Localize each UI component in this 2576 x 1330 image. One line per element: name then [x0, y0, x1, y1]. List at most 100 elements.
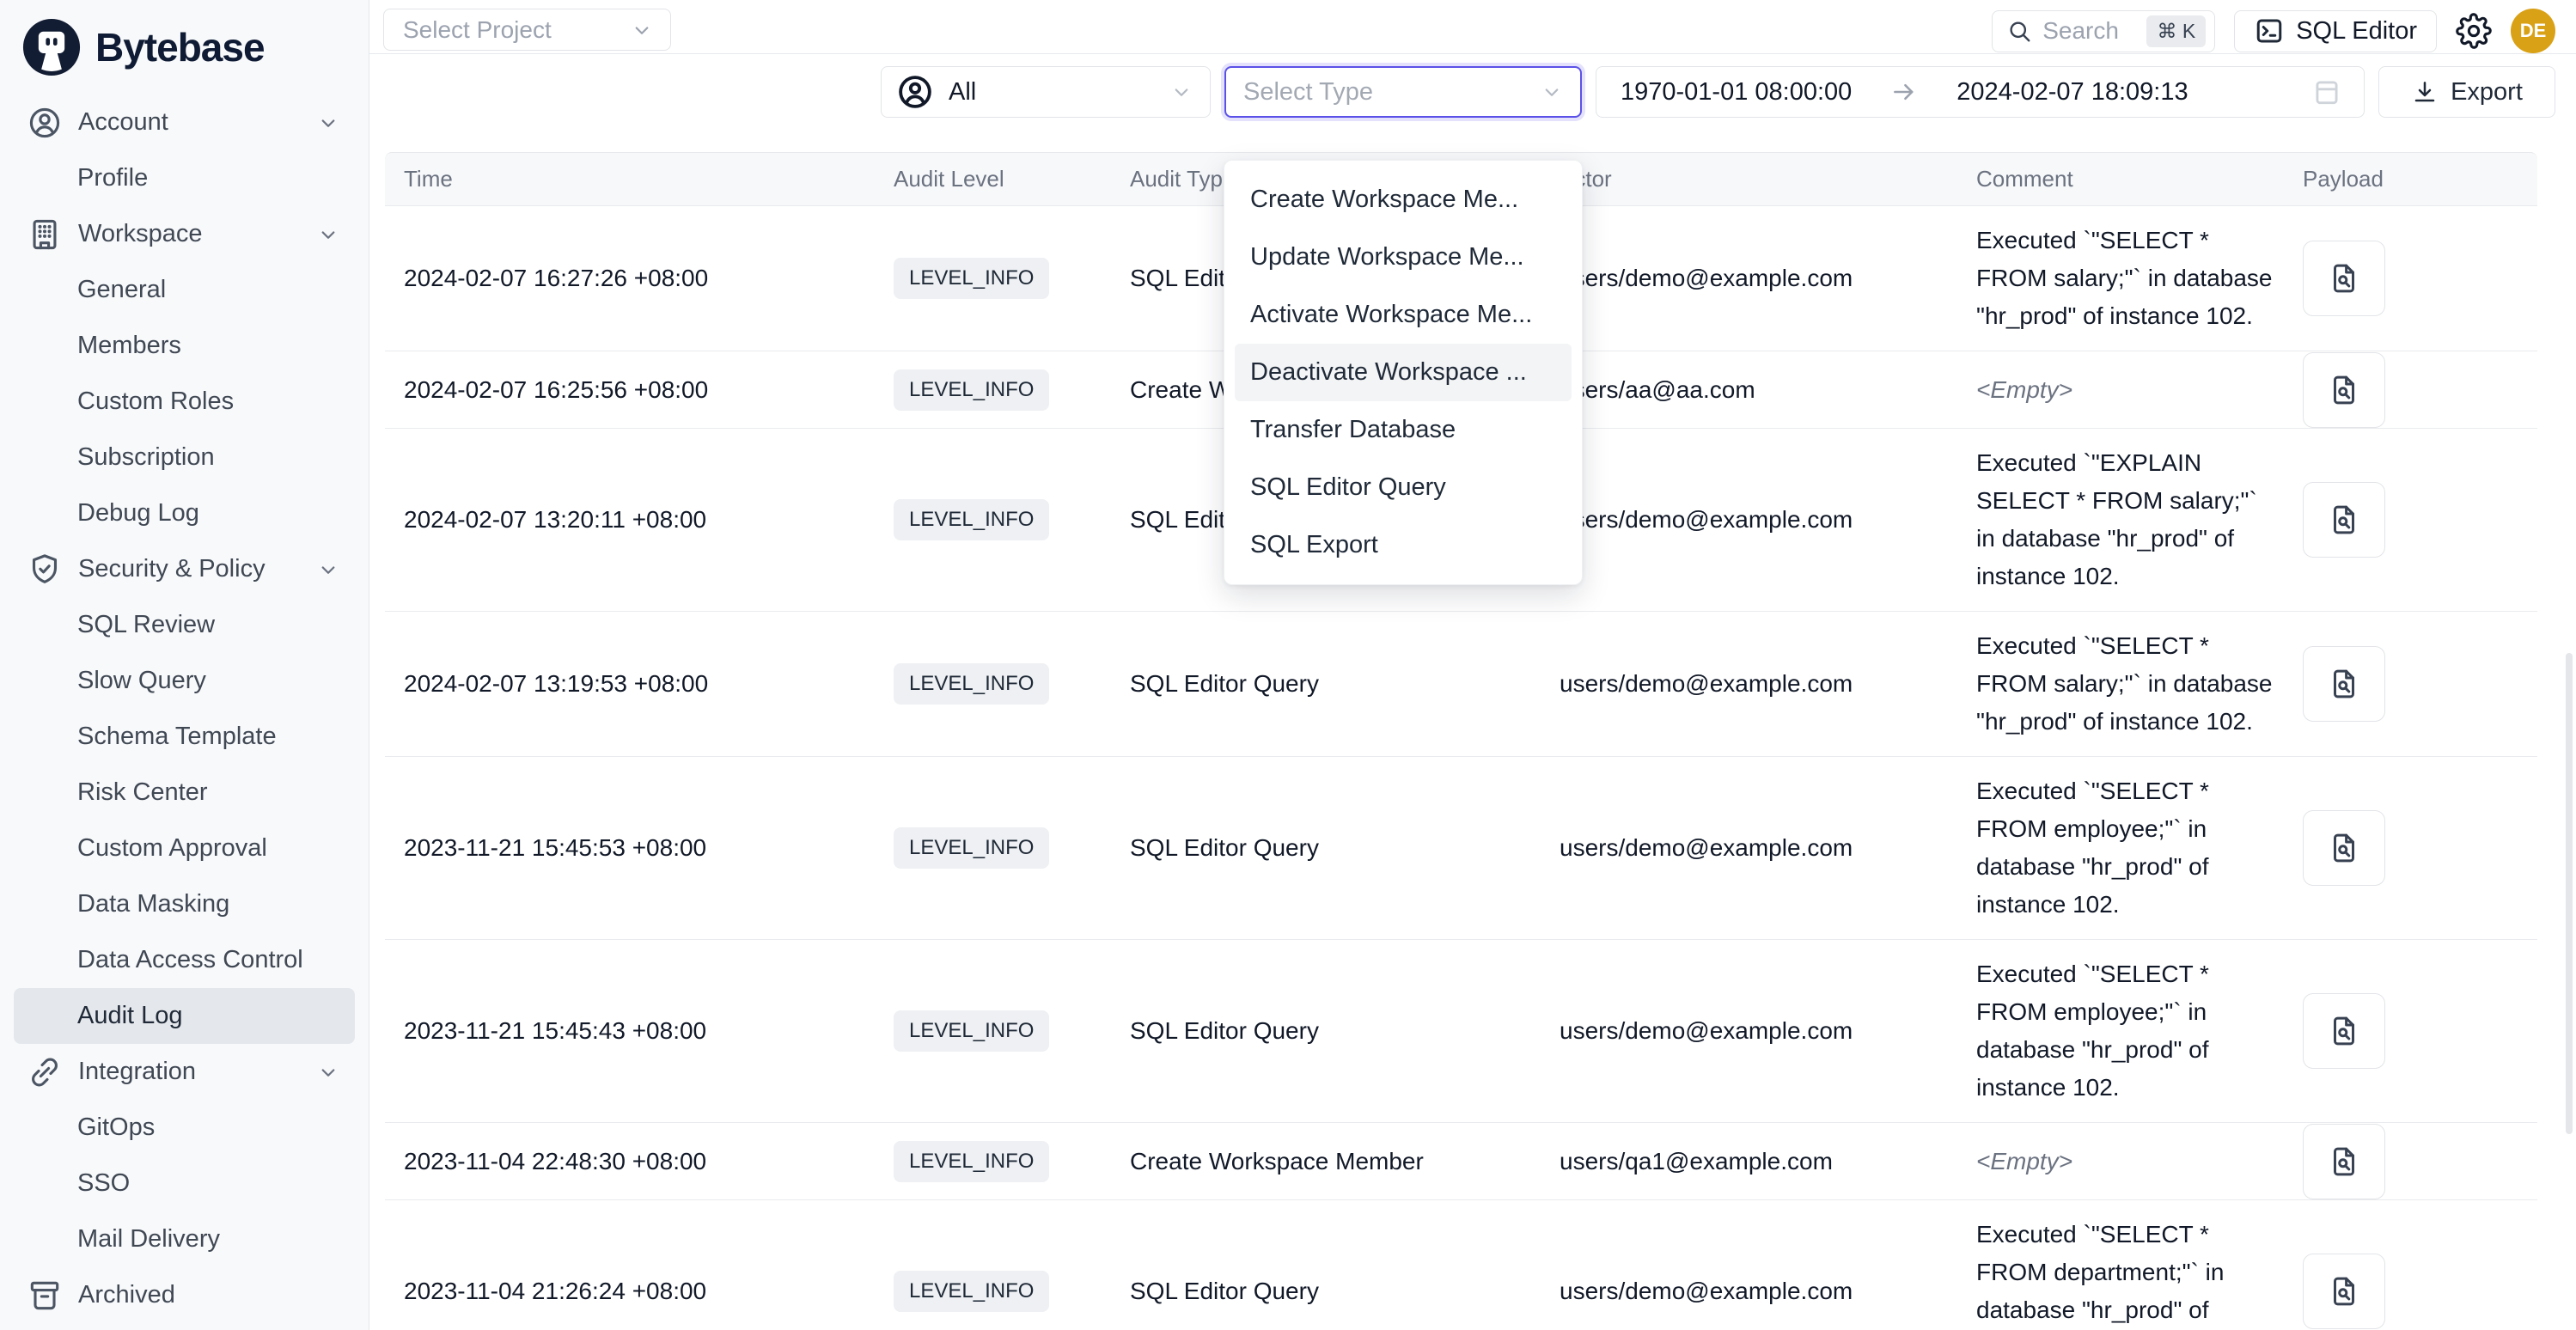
sidebar-item-label: Data Masking: [77, 890, 229, 918]
type-option-sql-export[interactable]: SQL Export: [1235, 516, 1572, 574]
topbar: Select Project Search ⌘ K SQL Editor DE: [369, 0, 2576, 54]
column-header-comment: Comment: [1976, 166, 2303, 192]
sidebar-item-data-access-control[interactable]: Data Access Control: [14, 932, 355, 988]
audit-level-badge: LEVEL_INFO: [894, 1271, 1049, 1312]
sidebar-item-security-policy[interactable]: Security & Policy: [14, 541, 355, 597]
payload-cell: [2303, 482, 2537, 558]
comment-text: Executed `"SELECT * FROM salary;"` in da…: [1976, 227, 2273, 329]
sidebar-item-subscription[interactable]: Subscription: [14, 430, 355, 485]
audit-level-cell: LEVEL_INFO: [894, 1010, 1130, 1052]
search-input[interactable]: Search ⌘ K: [1992, 10, 2215, 52]
actor-cell: users/qa1@example.com: [1560, 1148, 1976, 1175]
project-select-placeholder: Select Project: [403, 16, 552, 44]
sidebar-item-sso[interactable]: SSO: [14, 1156, 355, 1211]
payload-view-button[interactable]: [2303, 1124, 2385, 1199]
comment-cell: Executed `"SELECT * FROM department;"` i…: [1976, 1200, 2303, 1330]
payload-view-button[interactable]: [2303, 993, 2385, 1069]
sidebar-item-label: Profile: [77, 164, 148, 192]
sidebar-item-schema-template[interactable]: Schema Template: [14, 709, 355, 765]
type-option-transfer-database[interactable]: Transfer Database: [1235, 401, 1572, 459]
comment-cell: Executed `"SELECT * FROM employee;"` in …: [1976, 757, 2303, 939]
sidebar-item-label: Risk Center: [77, 778, 208, 807]
sidebar-item-label: Custom Approval: [77, 834, 267, 863]
chevron-down-icon: [315, 1059, 341, 1085]
sidebar-item-archived[interactable]: Archived: [14, 1267, 355, 1323]
date-start: 1970-01-01 08:00:00: [1621, 78, 1852, 107]
gear-icon[interactable]: [2456, 13, 2492, 49]
comment-text: <Empty>: [1976, 1148, 2072, 1174]
sidebar-item-account[interactable]: Account: [14, 95, 355, 150]
sidebar-item-general[interactable]: General: [14, 262, 355, 318]
sidebar-item-workspace[interactable]: Workspace: [14, 206, 355, 262]
column-header-actor: Actor: [1560, 166, 1976, 192]
sidebar-item-data-masking[interactable]: Data Masking: [14, 876, 355, 932]
sql-editor-button[interactable]: SQL Editor: [2234, 10, 2437, 52]
audit-level-cell: LEVEL_INFO: [894, 1141, 1130, 1182]
sidebar-item-label: SSO: [77, 1169, 130, 1198]
file-search-icon: [2326, 502, 2362, 538]
export-button[interactable]: Export: [2378, 66, 2555, 118]
payload-view-button[interactable]: [2303, 241, 2385, 316]
date-range-picker[interactable]: 1970-01-01 08:00:00 2024-02-07 18:09:13: [1596, 66, 2365, 118]
sidebar-item-custom-approval[interactable]: Custom Approval: [14, 821, 355, 876]
table-row: 2023-11-21 15:45:53 +08:00LEVEL_INFOSQL …: [385, 757, 2537, 940]
sidebar-item-mail-delivery[interactable]: Mail Delivery: [14, 1211, 355, 1267]
sidebar-item-risk-center[interactable]: Risk Center: [14, 765, 355, 821]
payload-view-button[interactable]: [2303, 646, 2385, 722]
payload-view-button[interactable]: [2303, 810, 2385, 886]
sidebar-item-gitops[interactable]: GitOps: [14, 1100, 355, 1156]
payload-cell: [2303, 1254, 2537, 1329]
payload-view-button[interactable]: [2303, 352, 2385, 428]
type-option-activate-workspace-me[interactable]: Activate Workspace Me...: [1235, 286, 1572, 344]
file-search-icon: [2326, 1013, 2362, 1049]
time-cell: 2024-02-07 13:20:11 +08:00: [385, 506, 894, 534]
time-cell: 2024-02-07 16:27:26 +08:00: [385, 265, 894, 292]
comment-text: <Empty>: [1976, 376, 2072, 403]
comment-cell: Executed `"SELECT * FROM salary;"` in da…: [1976, 612, 2303, 756]
audit-type-cell: SQL Editor Query: [1130, 670, 1560, 698]
actor-cell: users/demo@example.com: [1560, 670, 1976, 698]
sidebar-item-profile[interactable]: Profile: [14, 150, 355, 206]
date-end: 2024-02-07 18:09:13: [1956, 78, 2188, 107]
scrollbar-thumb[interactable]: [2566, 653, 2573, 1134]
comment-cell: Executed `"EXPLAIN SELECT * FROM salary;…: [1976, 429, 2303, 611]
sidebar-item-audit-log[interactable]: Audit Log: [14, 988, 355, 1044]
sidebar-item-debug-log[interactable]: Debug Log: [14, 485, 355, 541]
payload-view-button[interactable]: [2303, 1254, 2385, 1329]
sidebar-item-label: Slow Query: [77, 667, 206, 695]
actor-filter-select[interactable]: All: [881, 66, 1211, 118]
actor-cell: users/demo@example.com: [1560, 265, 1976, 292]
chevron-down-icon: [315, 110, 341, 136]
payload-cell: [2303, 810, 2537, 886]
payload-view-button[interactable]: [2303, 482, 2385, 558]
payload-cell: [2303, 1124, 2537, 1199]
sidebar-item-label: General: [77, 276, 166, 304]
file-search-icon: [2326, 666, 2362, 702]
calendar-icon: [2310, 76, 2343, 108]
actor-cell: users/demo@example.com: [1560, 834, 1976, 862]
type-option-deactivate-workspace[interactable]: Deactivate Workspace ...: [1235, 344, 1572, 401]
sidebar-item-slow-query[interactable]: Slow Query: [14, 653, 355, 709]
type-option-update-workspace-me[interactable]: Update Workspace Me...: [1235, 229, 1572, 286]
brand-logo[interactable]: Bytebase: [0, 0, 369, 95]
sidebar-item-label: Audit Log: [77, 1002, 183, 1030]
actor-cell: users/demo@example.com: [1560, 1017, 1976, 1045]
payload-cell: [2303, 352, 2537, 428]
table-row: 2023-11-04 22:48:30 +08:00LEVEL_INFOCrea…: [385, 1123, 2537, 1200]
audit-level-badge: LEVEL_INFO: [894, 827, 1049, 869]
type-option-create-workspace-me[interactable]: Create Workspace Me...: [1235, 171, 1572, 229]
type-option-sql-editor-query[interactable]: SQL Editor Query: [1235, 459, 1572, 516]
sidebar-item-custom-roles[interactable]: Custom Roles: [14, 374, 355, 430]
sql-editor-label: SQL Editor: [2296, 17, 2417, 46]
search-icon: [2006, 18, 2032, 44]
shield-icon: [26, 551, 64, 589]
project-select[interactable]: Select Project: [383, 9, 671, 51]
audit-level-cell: LEVEL_INFO: [894, 663, 1130, 705]
avatar[interactable]: DE: [2511, 9, 2555, 53]
type-filter-select[interactable]: Select Type: [1224, 66, 1582, 118]
export-label: Export: [2451, 78, 2523, 107]
sidebar-item-sql-review[interactable]: SQL Review: [14, 597, 355, 653]
sidebar-item-members[interactable]: Members: [14, 318, 355, 374]
sidebar-item-integration[interactable]: Integration: [14, 1044, 355, 1100]
chevron-down-icon: [1169, 79, 1194, 105]
